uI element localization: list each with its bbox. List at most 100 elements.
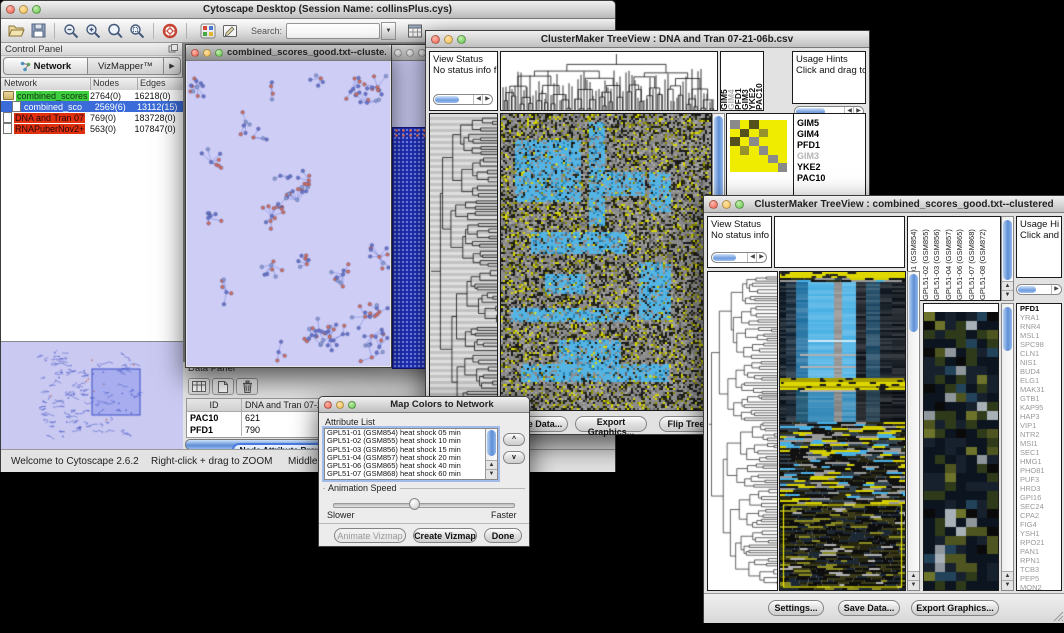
gene-item[interactable]: GIM4 xyxy=(794,129,865,140)
gene-item[interactable]: MON2 xyxy=(1017,583,1061,591)
column-label[interactable]: GPL51-06 (GSM865) xyxy=(954,217,966,300)
row-dendrogram-canvas[interactable] xyxy=(430,114,497,410)
zoom-in-icon[interactable] xyxy=(82,21,104,41)
minimize-icon[interactable] xyxy=(444,35,453,44)
row-dendrogram-canvas[interactable] xyxy=(708,272,777,590)
resize-grip[interactable] xyxy=(1052,610,1064,622)
attribute-item[interactable]: GPL51-07 (GSM868) heat shock 60 min xyxy=(325,470,497,478)
column-label[interactable]: GPL51-07 (GSM868) xyxy=(966,217,978,300)
zoom-window-icon[interactable] xyxy=(735,200,744,209)
dialog-titlebar[interactable]: Map Colors to Network xyxy=(319,397,529,413)
row-dendrogram-pane[interactable] xyxy=(707,271,778,591)
column-label[interactable]: GPL51-08 (GSM872) xyxy=(977,217,989,300)
zoom-heatmap-canvas[interactable] xyxy=(924,312,998,590)
save-data-button[interactable]: Save Data... xyxy=(838,600,900,616)
gene-item[interactable]: MAK31 xyxy=(1017,385,1061,394)
zoom-window-icon[interactable] xyxy=(457,35,466,44)
save-session-icon[interactable] xyxy=(27,21,49,41)
column-dendrogram-canvas[interactable] xyxy=(501,52,717,110)
gene-item[interactable]: VIP1 xyxy=(1017,421,1061,430)
zoom-selected-icon[interactable] xyxy=(104,21,126,41)
animation-speed-slider-track[interactable] xyxy=(333,503,515,508)
create-vizmap-button[interactable]: Create Vizmap xyxy=(413,528,477,543)
network1-view-canvas[interactable] xyxy=(187,61,390,366)
close-icon[interactable] xyxy=(394,49,402,57)
gene-item[interactable]: SPC98 xyxy=(1017,340,1061,349)
done-button[interactable]: Done xyxy=(484,528,522,543)
gene-item[interactable]: NTR2 xyxy=(1017,430,1061,439)
treeview-combined-titlebar[interactable]: ClusterMaker TreeView : combined_scores_… xyxy=(704,196,1064,213)
correlation-mini-heatmap[interactable] xyxy=(730,120,787,172)
heatmap-canvas[interactable] xyxy=(501,114,711,410)
gene-item[interactable]: CPA2 xyxy=(1017,511,1061,520)
gene-list-hscrollbar[interactable]: ▶ xyxy=(1016,284,1062,295)
gene-item[interactable]: NIS1 xyxy=(1017,358,1061,367)
gene-item[interactable]: PFD1 xyxy=(794,140,865,151)
network-row[interactable]: combined_scores2764(0)16218(0) xyxy=(1,90,183,101)
gene-item[interactable]: ELG1 xyxy=(1017,376,1061,385)
gene-item[interactable]: RNR4 xyxy=(1017,322,1061,331)
gene-item[interactable]: GIM5 xyxy=(794,118,865,129)
gene-item[interactable]: PFD1 xyxy=(1017,304,1061,313)
network1-titlebar[interactable]: combined_scores_good.txt--cluste... xyxy=(186,45,391,61)
column-labels-vscrollbar[interactable]: ▲▼ xyxy=(1001,216,1014,301)
animation-speed-slider-thumb[interactable] xyxy=(409,498,420,510)
gene-item[interactable]: SEC24 xyxy=(1017,502,1061,511)
heatmap-pane[interactable] xyxy=(500,113,712,411)
export-graphics-button[interactable]: Export Graphics... xyxy=(911,600,999,616)
gene-item[interactable]: PHO81 xyxy=(1017,466,1061,475)
minimize-icon[interactable] xyxy=(336,401,344,409)
tab-overflow-button[interactable]: ▶ xyxy=(164,57,181,75)
tab-vizmapper[interactable]: VizMapper™ xyxy=(88,57,164,75)
close-icon[interactable] xyxy=(709,200,718,209)
gene-item[interactable]: GPI16 xyxy=(1017,493,1061,502)
zoom-window-icon[interactable] xyxy=(32,5,41,14)
tab-network[interactable]: Network xyxy=(3,57,88,75)
gene-item[interactable]: PAN1 xyxy=(1017,547,1061,556)
gene-item[interactable]: YRA1 xyxy=(1017,313,1061,322)
gene-item[interactable]: MSI1 xyxy=(1017,439,1061,448)
animate-vizmap-button[interactable]: Animate Vizmap xyxy=(334,528,406,543)
annotation-icon[interactable] xyxy=(219,21,241,41)
heatmap-pane[interactable] xyxy=(779,271,906,591)
gene-item[interactable]: HMG1 xyxy=(1017,457,1061,466)
network-row[interactable]: DNA and Tran 07769(0)183728(0) xyxy=(1,112,183,123)
move-up-button[interactable]: ^ xyxy=(503,433,525,446)
minimize-icon[interactable] xyxy=(406,49,414,57)
minimize-icon[interactable] xyxy=(19,5,28,14)
float-panel-icon[interactable] xyxy=(168,40,178,58)
attribute-list-vscrollbar[interactable]: ▲▼ xyxy=(485,429,497,479)
zoom-out-icon[interactable] xyxy=(60,21,82,41)
gene-item[interactable]: TCB3 xyxy=(1017,565,1061,574)
close-icon[interactable] xyxy=(191,49,199,57)
search-dropdown-arrow[interactable]: ▼ xyxy=(381,22,396,40)
column-dendrogram-pane[interactable] xyxy=(500,51,718,111)
move-down-button[interactable]: v xyxy=(503,451,525,464)
row-dendrogram-pane[interactable] xyxy=(429,113,498,411)
column-label[interactable]: GPL51-04 (GSM857) xyxy=(943,217,955,300)
gene-item[interactable]: HAP3 xyxy=(1017,412,1061,421)
gene-item[interactable]: YSH1 xyxy=(1017,529,1061,538)
network-overview-canvas[interactable] xyxy=(4,345,178,445)
gene-item[interactable]: RPO21 xyxy=(1017,538,1061,547)
zoom-heatmap-pane[interactable] xyxy=(923,303,999,591)
search-input[interactable] xyxy=(286,23,380,39)
network-overview-panel[interactable] xyxy=(1,341,183,450)
export-graphics-button[interactable]: Export Graphics... xyxy=(575,416,647,432)
gene-item[interactable]: HRD3 xyxy=(1017,484,1061,493)
column-label[interactable]: PAC10 xyxy=(756,52,763,110)
minimize-icon[interactable] xyxy=(203,49,211,57)
network-row[interactable]: RNAPuberNov2+563(0)107847(0) xyxy=(1,123,183,134)
gene-item[interactable]: FIG4 xyxy=(1017,520,1061,529)
zoom-vscrollbar[interactable]: ▲▼ xyxy=(1001,303,1014,591)
zoom-window-icon[interactable] xyxy=(348,401,356,409)
vizmapper-palette-icon[interactable] xyxy=(197,21,219,41)
attribute-browser-icon[interactable] xyxy=(404,21,426,41)
gene-item[interactable]: PEP5 xyxy=(1017,574,1061,583)
close-icon[interactable] xyxy=(6,5,15,14)
gene-item[interactable]: CLN1 xyxy=(1017,349,1061,358)
heatmap-canvas[interactable] xyxy=(780,272,905,590)
minimize-icon[interactable] xyxy=(722,200,731,209)
heatmap-vscrollbar[interactable]: ▲▼ xyxy=(907,271,920,591)
gene-item[interactable]: RPN1 xyxy=(1017,556,1061,565)
